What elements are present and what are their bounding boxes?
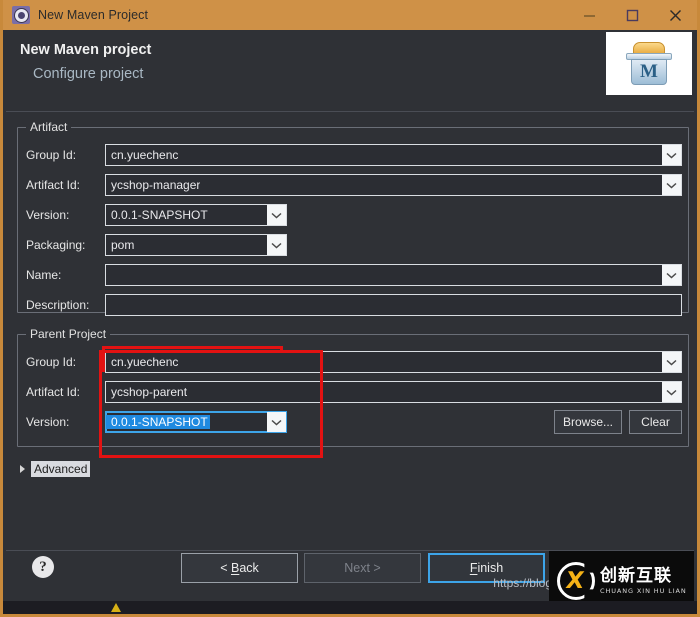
advanced-label: Advanced bbox=[31, 461, 91, 477]
artifact-artifact-id-label: Artifact Id: bbox=[26, 178, 81, 192]
artifact-packaging-select[interactable]: pom bbox=[105, 234, 287, 256]
artifact-group: Artifact Group Id: cn.yuechenc Artifact … bbox=[17, 120, 689, 316]
artifact-version-row: Version: 0.0.1-SNAPSHOT bbox=[17, 204, 689, 226]
dialog-window: New Maven Project New Maven project Conf… bbox=[0, 0, 700, 617]
maven-badge-letter: M bbox=[640, 61, 658, 82]
dialog-body: Artifact Group Id: cn.yuechenc Artifact … bbox=[6, 112, 694, 611]
parent-group-id-value: cn.yuechenc bbox=[111, 355, 179, 369]
close-icon[interactable] bbox=[654, 0, 697, 30]
parent-version-label: Version: bbox=[26, 415, 70, 429]
gear-icon bbox=[12, 6, 30, 24]
artifact-group-id-label: Group Id: bbox=[26, 148, 77, 162]
parent-group-id-row: Group Id: cn.yuechenc bbox=[17, 351, 689, 373]
artifact-description-row: Description: bbox=[17, 294, 689, 316]
chevron-down-icon[interactable] bbox=[267, 205, 286, 225]
page-subtitle: Configure project bbox=[33, 66, 144, 82]
chevron-down-icon[interactable] bbox=[267, 412, 286, 432]
dialog-header: New Maven project Configure project M bbox=[6, 30, 694, 112]
parent-artifact-id-label: Artifact Id: bbox=[26, 385, 81, 399]
logo-chinese-name: 创新互联 bbox=[600, 566, 672, 586]
parent-version-value: 0.0.1-SNAPSHOT bbox=[106, 415, 210, 429]
artifact-description-label: Description: bbox=[26, 298, 90, 312]
artifact-version-input[interactable]: 0.0.1-SNAPSHOT bbox=[105, 204, 287, 226]
title-bar: New Maven Project bbox=[3, 0, 697, 30]
parent-version-input[interactable]: 0.0.1-SNAPSHOT bbox=[105, 411, 287, 433]
advanced-toggle[interactable]: Advanced bbox=[20, 460, 91, 478]
logo-pinyin: CHUANG XIN HU LIAN bbox=[600, 587, 687, 595]
artifact-name-label: Name: bbox=[26, 268, 62, 282]
parent-artifact-id-input[interactable]: ycshop-parent bbox=[105, 381, 682, 403]
maven-banner-image: M bbox=[606, 32, 692, 95]
back-button[interactable]: < Back bbox=[181, 553, 298, 583]
chevron-down-icon[interactable] bbox=[662, 175, 681, 195]
artifact-artifact-id-row: Artifact Id: ycshop-manager bbox=[17, 174, 689, 196]
chevron-down-icon[interactable] bbox=[267, 235, 286, 255]
window-title: New Maven Project bbox=[38, 8, 149, 22]
parent-version-row: Version: 0.0.1-SNAPSHOT Browse... Clear bbox=[17, 410, 689, 434]
next-button[interactable]: Next > bbox=[304, 553, 421, 583]
back-button-label: < Back bbox=[220, 561, 259, 575]
chevron-right-icon bbox=[20, 465, 25, 473]
artifact-packaging-value: pom bbox=[111, 238, 135, 252]
artifact-artifact-id-value: ycshop-manager bbox=[111, 178, 201, 192]
artifact-group-label: Artifact bbox=[26, 120, 72, 134]
background-window-strip bbox=[3, 601, 697, 614]
artifact-group-id-row: Group Id: cn.yuechenc bbox=[17, 144, 689, 166]
artifact-description-input[interactable] bbox=[105, 294, 682, 316]
artifact-version-value: 0.0.1-SNAPSHOT bbox=[111, 208, 208, 222]
browse-button[interactable]: Browse... bbox=[554, 410, 622, 434]
finish-button-label: Finish bbox=[469, 561, 504, 575]
artifact-artifact-id-input[interactable]: ycshop-manager bbox=[105, 174, 682, 196]
page-title: New Maven project bbox=[20, 42, 152, 58]
artifact-name-row: Name: bbox=[17, 264, 689, 286]
chevron-down-icon[interactable] bbox=[662, 352, 681, 372]
artifact-version-label: Version: bbox=[26, 208, 70, 222]
artifact-group-id-input[interactable]: cn.yuechenc bbox=[105, 144, 682, 166]
cx-logo-icon: X bbox=[557, 562, 595, 600]
parent-group-id-input[interactable]: cn.yuechenc bbox=[105, 351, 682, 373]
chevron-down-icon[interactable] bbox=[662, 265, 681, 285]
chevron-down-icon[interactable] bbox=[662, 382, 681, 402]
parent-project-group: Parent Project Group Id: cn.yuechenc Art… bbox=[17, 327, 689, 447]
artifact-packaging-row: Packaging: pom bbox=[17, 234, 689, 256]
parent-group-id-label: Group Id: bbox=[26, 355, 77, 369]
maximize-icon[interactable] bbox=[611, 0, 654, 30]
minimize-icon[interactable] bbox=[568, 0, 611, 30]
chevron-down-icon[interactable] bbox=[662, 145, 681, 165]
artifact-group-id-value: cn.yuechenc bbox=[111, 148, 179, 162]
parent-artifact-id-row: Artifact Id: ycshop-parent bbox=[17, 381, 689, 403]
artifact-name-input[interactable] bbox=[105, 264, 682, 286]
warning-triangle-icon bbox=[111, 603, 121, 612]
window-controls bbox=[568, 0, 697, 30]
artifact-packaging-label: Packaging: bbox=[26, 238, 86, 252]
logo-letter: X bbox=[564, 568, 586, 594]
parent-project-group-label: Parent Project bbox=[26, 327, 111, 341]
help-button[interactable]: ? bbox=[32, 556, 54, 578]
parent-artifact-id-value: ycshop-parent bbox=[111, 385, 188, 399]
clear-button[interactable]: Clear bbox=[629, 410, 682, 434]
maven-folder-icon: M bbox=[625, 41, 673, 86]
next-button-label: Next > bbox=[344, 561, 381, 575]
